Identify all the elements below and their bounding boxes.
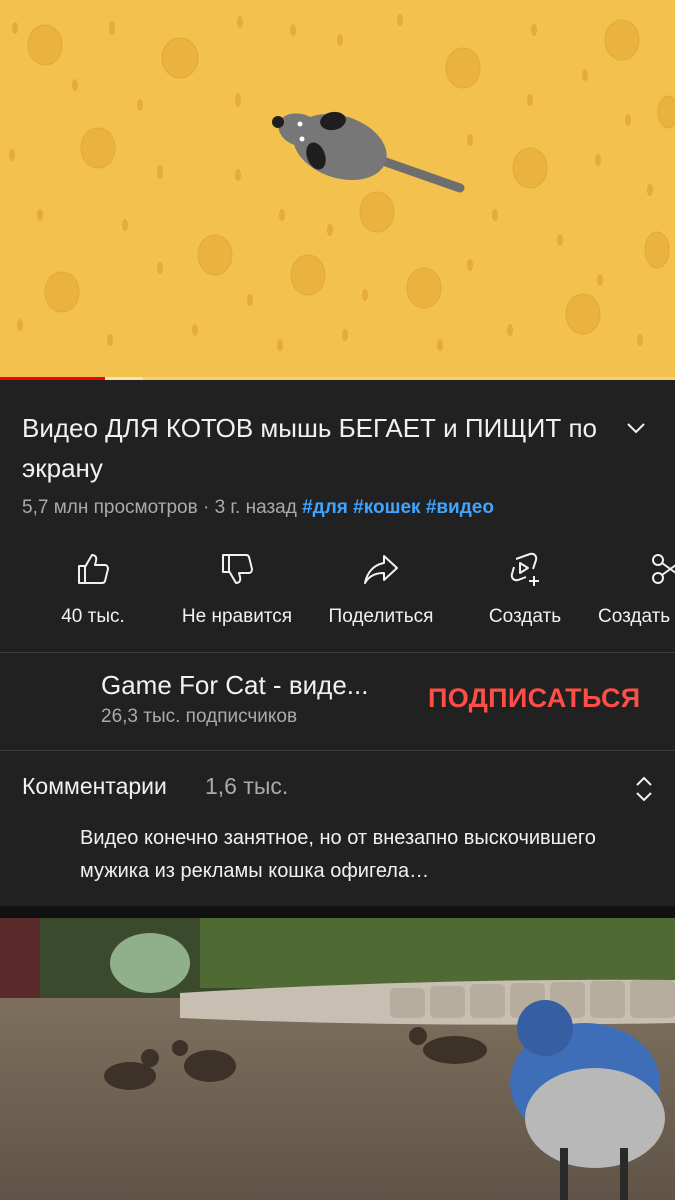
dislike-button[interactable]: Не нравится [162, 550, 312, 628]
comments-label: Комментарии [22, 773, 167, 799]
video-meta: 5,7 млн просмотров · 3 г. назад #для #ко… [22, 497, 494, 519]
dislike-label: Не нравится [181, 606, 293, 627]
next-video-thumbnail[interactable] [0, 918, 675, 1200]
subscribe-button[interactable]: ПОДПИСАТЬСЯ [428, 683, 641, 714]
video-title-block[interactable]: Видео ДЛЯ КОТОВ мышь БЕГАЕТ и ПИЩИТ по э… [22, 408, 612, 488]
view-count: 5,7 млн просмотров [22, 497, 198, 518]
expand-collapse-icon[interactable] [632, 774, 656, 804]
action-bar: 40 тыс. Не нравится Поделиться Создать С… [0, 550, 675, 650]
share-icon [364, 555, 398, 584]
hashtag[interactable]: #кошек [353, 497, 420, 518]
video-title: Видео ДЛЯ КОТОВ мышь БЕГАЕТ и ПИЩИТ по э… [22, 413, 597, 483]
hashtag[interactable]: #видео [426, 497, 494, 518]
channel-name[interactable]: Game For Cat - виде... [101, 670, 368, 701]
video-frame-cheese-mouse [0, 0, 675, 380]
top-comment-text: Видео конечно занятное, но от внезапно в… [80, 827, 596, 882]
remix-label: Создать [598, 606, 671, 627]
share-label: Поделиться [328, 606, 434, 627]
share-button[interactable]: Поделиться [306, 550, 456, 628]
create-button[interactable]: Создать [450, 550, 600, 628]
section-gap [0, 906, 675, 918]
like-count: 40 тыс. [61, 606, 125, 627]
subscriber-count: 26,3 тыс. подписчиков [101, 706, 298, 727]
comments-count: 1,6 тыс. [205, 773, 289, 799]
remix-scissors-icon [652, 554, 675, 584]
thumbnail-image-birds [0, 918, 675, 1200]
meta-separator: · [202, 497, 210, 518]
divider [0, 652, 675, 653]
create-shorts-icon [510, 552, 539, 586]
create-label: Создать [488, 606, 562, 627]
video-player[interactable] [0, 0, 675, 380]
chevron-down-icon[interactable] [622, 414, 650, 442]
video-progress-bar[interactable] [0, 377, 675, 380]
thumb-down-icon [222, 554, 253, 584]
progress-played [0, 377, 105, 380]
like-button[interactable]: 40 тыс. [18, 550, 168, 628]
thumb-up-icon [78, 554, 109, 584]
remix-button[interactable]: Создать [594, 550, 675, 628]
upload-age: 3 г. назад [214, 497, 297, 518]
hashtag[interactable]: #для [302, 497, 348, 518]
divider [0, 750, 675, 751]
